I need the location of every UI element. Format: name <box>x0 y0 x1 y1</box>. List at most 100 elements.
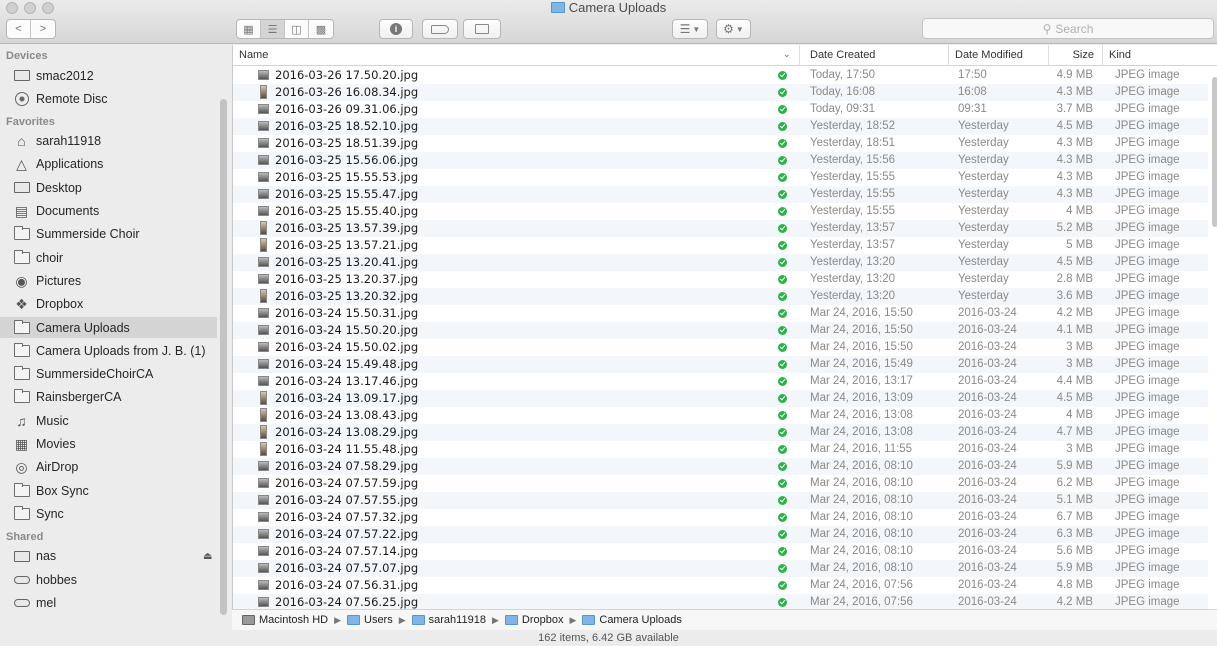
sidebar-item[interactable]: ▤ Documents <box>0 201 217 222</box>
sidebar-item[interactable]: △ Applications <box>0 154 217 175</box>
path-segment[interactable]: Macintosh HD <box>242 614 328 626</box>
file-row[interactable]: 2016-03-25 13.20.37.jpg Yesterday, 13:20 Y… <box>233 271 1208 288</box>
file-row[interactable]: 2016-03-24 07.57.22.jpg Mar 24, 2016, 08:… <box>233 526 1208 543</box>
file-row[interactable]: 2016-03-24 07.57.14.jpg Mar 24, 2016, 08:… <box>233 543 1208 560</box>
sidebar-item[interactable]: Desktop <box>0 177 217 198</box>
file-row[interactable]: 2016-03-24 15.50.02.jpg Mar 24, 2016, 15:… <box>233 339 1208 356</box>
file-kind: JPEG image <box>1115 239 1180 251</box>
image-thumbnail-icon <box>258 563 269 573</box>
arrange-button[interactable]: ☰ ▼ <box>672 19 708 39</box>
sidebar-item[interactable]: nas ⏏ <box>0 546 217 567</box>
file-kind: JPEG image <box>1115 341 1180 353</box>
file-row[interactable]: 2016-03-24 13.09.17.jpg Mar 24, 2016, 13:… <box>233 390 1208 407</box>
view-mode-control: ▦ ☰ ◫ ▩ <box>236 19 334 39</box>
file-row[interactable]: 2016-03-26 17.50.20.jpg Today, 17:50 17:50… <box>233 67 1208 84</box>
column-header-date-modified[interactable]: Date Modified <box>949 45 1049 66</box>
info-button[interactable]: i <box>379 19 413 39</box>
sidebar-item[interactable]: ◉ Pictures <box>0 270 217 291</box>
file-row[interactable]: 2016-03-24 15.49.48.jpg Mar 24, 2016, 15:… <box>233 356 1208 373</box>
sidebar-item[interactable]: Sync <box>0 503 217 524</box>
search-input[interactable]: ⚲ Search <box>922 18 1214 39</box>
file-row[interactable]: 2016-03-24 07.57.07.jpg Mar 24, 2016, 08:… <box>233 560 1208 577</box>
tag-icon <box>431 24 449 34</box>
file-row[interactable]: 2016-03-24 07.58.29.jpg Mar 24, 2016, 08:… <box>233 458 1208 475</box>
file-row[interactable]: 2016-03-24 07.56.31.jpg Mar 24, 2016, 07:… <box>233 577 1208 594</box>
sidebar-item[interactable]: Camera Uploads from J. B. (1) <box>0 340 217 361</box>
sync-status-icon <box>778 445 787 454</box>
file-size: 4.4 MB <box>1056 375 1093 387</box>
sidebar-item[interactable]: Remote Disc <box>0 88 217 109</box>
sidebar-item[interactable]: ⌂ sarah11918 <box>0 131 217 152</box>
sidebar-item[interactable]: ♫ Music <box>0 410 217 431</box>
sidebar-item[interactable]: Camera Uploads <box>0 317 217 338</box>
path-segment[interactable]: sarah11918 <box>411 614 486 626</box>
path-segment[interactable]: Dropbox <box>504 614 563 626</box>
sidebar-item[interactable]: mel <box>0 592 217 613</box>
file-row[interactable]: 2016-03-25 13.20.41.jpg Yesterday, 13:20 Y… <box>233 254 1208 271</box>
file-row[interactable]: 2016-03-25 15.56.06.jpg Yesterday, 15:56 Y… <box>233 152 1208 169</box>
file-date-created: Mar 24, 2016, 08:10 <box>810 460 913 472</box>
file-row[interactable]: 2016-03-26 16.08.34.jpg Today, 16:08 16:08… <box>233 84 1208 101</box>
new-folder-button[interactable] <box>463 19 501 39</box>
sidebar-item[interactable]: Box Sync <box>0 480 217 501</box>
file-row[interactable]: 2016-03-25 13.20.32.jpg Yesterday, 13:20 Y… <box>233 288 1208 305</box>
coverflow-view-button[interactable]: ▩ <box>309 20 333 38</box>
sidebar-item[interactable]: choir <box>0 247 217 268</box>
file-row[interactable]: 2016-03-24 07.56.25.jpg Mar 24, 2016, 07:… <box>233 594 1208 609</box>
file-row[interactable]: 2016-03-25 15.55.53.jpg Yesterday, 15:55 Y… <box>233 169 1208 186</box>
path-segment[interactable]: Camera Uploads <box>582 614 682 626</box>
file-row[interactable]: 2016-03-24 07.57.32.jpg Mar 24, 2016, 08:… <box>233 509 1208 526</box>
icon-view-button[interactable]: ▦ <box>237 20 261 38</box>
sidebar-scrollbar[interactable] <box>220 99 227 615</box>
column-header-name[interactable]: Name <box>233 45 800 66</box>
column-view-button[interactable]: ◫ <box>285 20 309 38</box>
file-row[interactable]: 2016-03-25 15.55.47.jpg Yesterday, 15:55 Y… <box>233 186 1208 203</box>
file-row[interactable]: 2016-03-25 15.55.40.jpg Yesterday, 15:55 Y… <box>233 203 1208 220</box>
new-folder-icon <box>475 24 489 34</box>
file-date-created: Mar 24, 2016, 08:10 <box>810 494 913 506</box>
file-row[interactable]: 2016-03-24 11.55.48.jpg Mar 24, 2016, 11:… <box>233 441 1208 458</box>
file-row[interactable]: 2016-03-25 13.57.21.jpg Yesterday, 13:57 Y… <box>233 237 1208 254</box>
path-segment[interactable]: Users <box>347 614 393 626</box>
sidebar-item[interactable]: RainsbergerCA <box>0 387 217 408</box>
column-header-kind[interactable]: Kind <box>1103 45 1217 66</box>
file-date-created: Today, 09:31 <box>810 103 876 115</box>
sync-status-icon <box>778 513 787 522</box>
file-row[interactable]: 2016-03-24 15.50.31.jpg Mar 24, 2016, 15:… <box>233 305 1208 322</box>
sidebar-item[interactable]: ▦ Movies <box>0 434 217 455</box>
sidebar-item[interactable]: SummersideChoirCA <box>0 364 217 385</box>
list-view-button[interactable]: ☰ <box>261 20 285 38</box>
file-row[interactable]: 2016-03-26 09.31.06.jpg Today, 09:31 09:31… <box>233 101 1208 118</box>
file-row[interactable]: 2016-03-25 18.51.39.jpg Yesterday, 18:51 Y… <box>233 135 1208 152</box>
file-date-modified: 2016-03-24 <box>958 443 1017 455</box>
file-row[interactable]: 2016-03-24 07.57.55.jpg Mar 24, 2016, 08:… <box>233 492 1208 509</box>
back-forward-control: < > <box>6 19 56 39</box>
file-row[interactable]: 2016-03-24 13.08.29.jpg Mar 24, 2016, 13:… <box>233 424 1208 441</box>
sidebar-item[interactable]: ◎ AirDrop <box>0 457 217 478</box>
back-button[interactable]: < <box>7 20 31 38</box>
file-row[interactable]: 2016-03-24 13.17.46.jpg Mar 24, 2016, 13:… <box>233 373 1208 390</box>
forward-button[interactable]: > <box>31 20 55 38</box>
file-kind: JPEG image <box>1115 273 1180 285</box>
action-button[interactable]: ⚙ ▼ <box>716 19 751 39</box>
file-row[interactable]: 2016-03-24 13.08.43.jpg Mar 24, 2016, 13:… <box>233 407 1208 424</box>
tag-button[interactable] <box>422 19 458 39</box>
window-title: Camera Uploads <box>0 0 1217 16</box>
list-scrollbar[interactable] <box>1212 77 1217 227</box>
file-row[interactable]: 2016-03-24 07.57.59.jpg Mar 24, 2016, 08:… <box>233 475 1208 492</box>
file-date-created: Yesterday, 15:55 <box>810 171 896 183</box>
eject-icon[interactable]: ⏏ <box>203 551 212 562</box>
column-header-date-created[interactable]: Date Created <box>804 45 949 66</box>
file-size: 5.9 MB <box>1056 460 1093 472</box>
file-row[interactable]: 2016-03-25 18.52.10.jpg Yesterday, 18:52 Y… <box>233 118 1208 135</box>
sidebar-item[interactable]: smac2012 <box>0 65 217 86</box>
file-name: 2016-03-24 07.57.32.jpg <box>275 510 419 524</box>
sidebar-item[interactable]: hobbes <box>0 569 217 590</box>
file-row[interactable]: 2016-03-24 15.50.20.jpg Mar 24, 2016, 15:… <box>233 322 1208 339</box>
sidebar-item[interactable]: ❖ Dropbox <box>0 294 217 315</box>
sidebar-item[interactable]: Summerside Choir <box>0 224 217 245</box>
file-row[interactable]: 2016-03-25 13.57.39.jpg Yesterday, 13:57 Y… <box>233 220 1208 237</box>
column-header-size[interactable]: Size <box>1049 45 1103 66</box>
sidebar-item-label: AirDrop <box>36 460 79 475</box>
file-date-modified: 2016-03-24 <box>958 562 1017 574</box>
